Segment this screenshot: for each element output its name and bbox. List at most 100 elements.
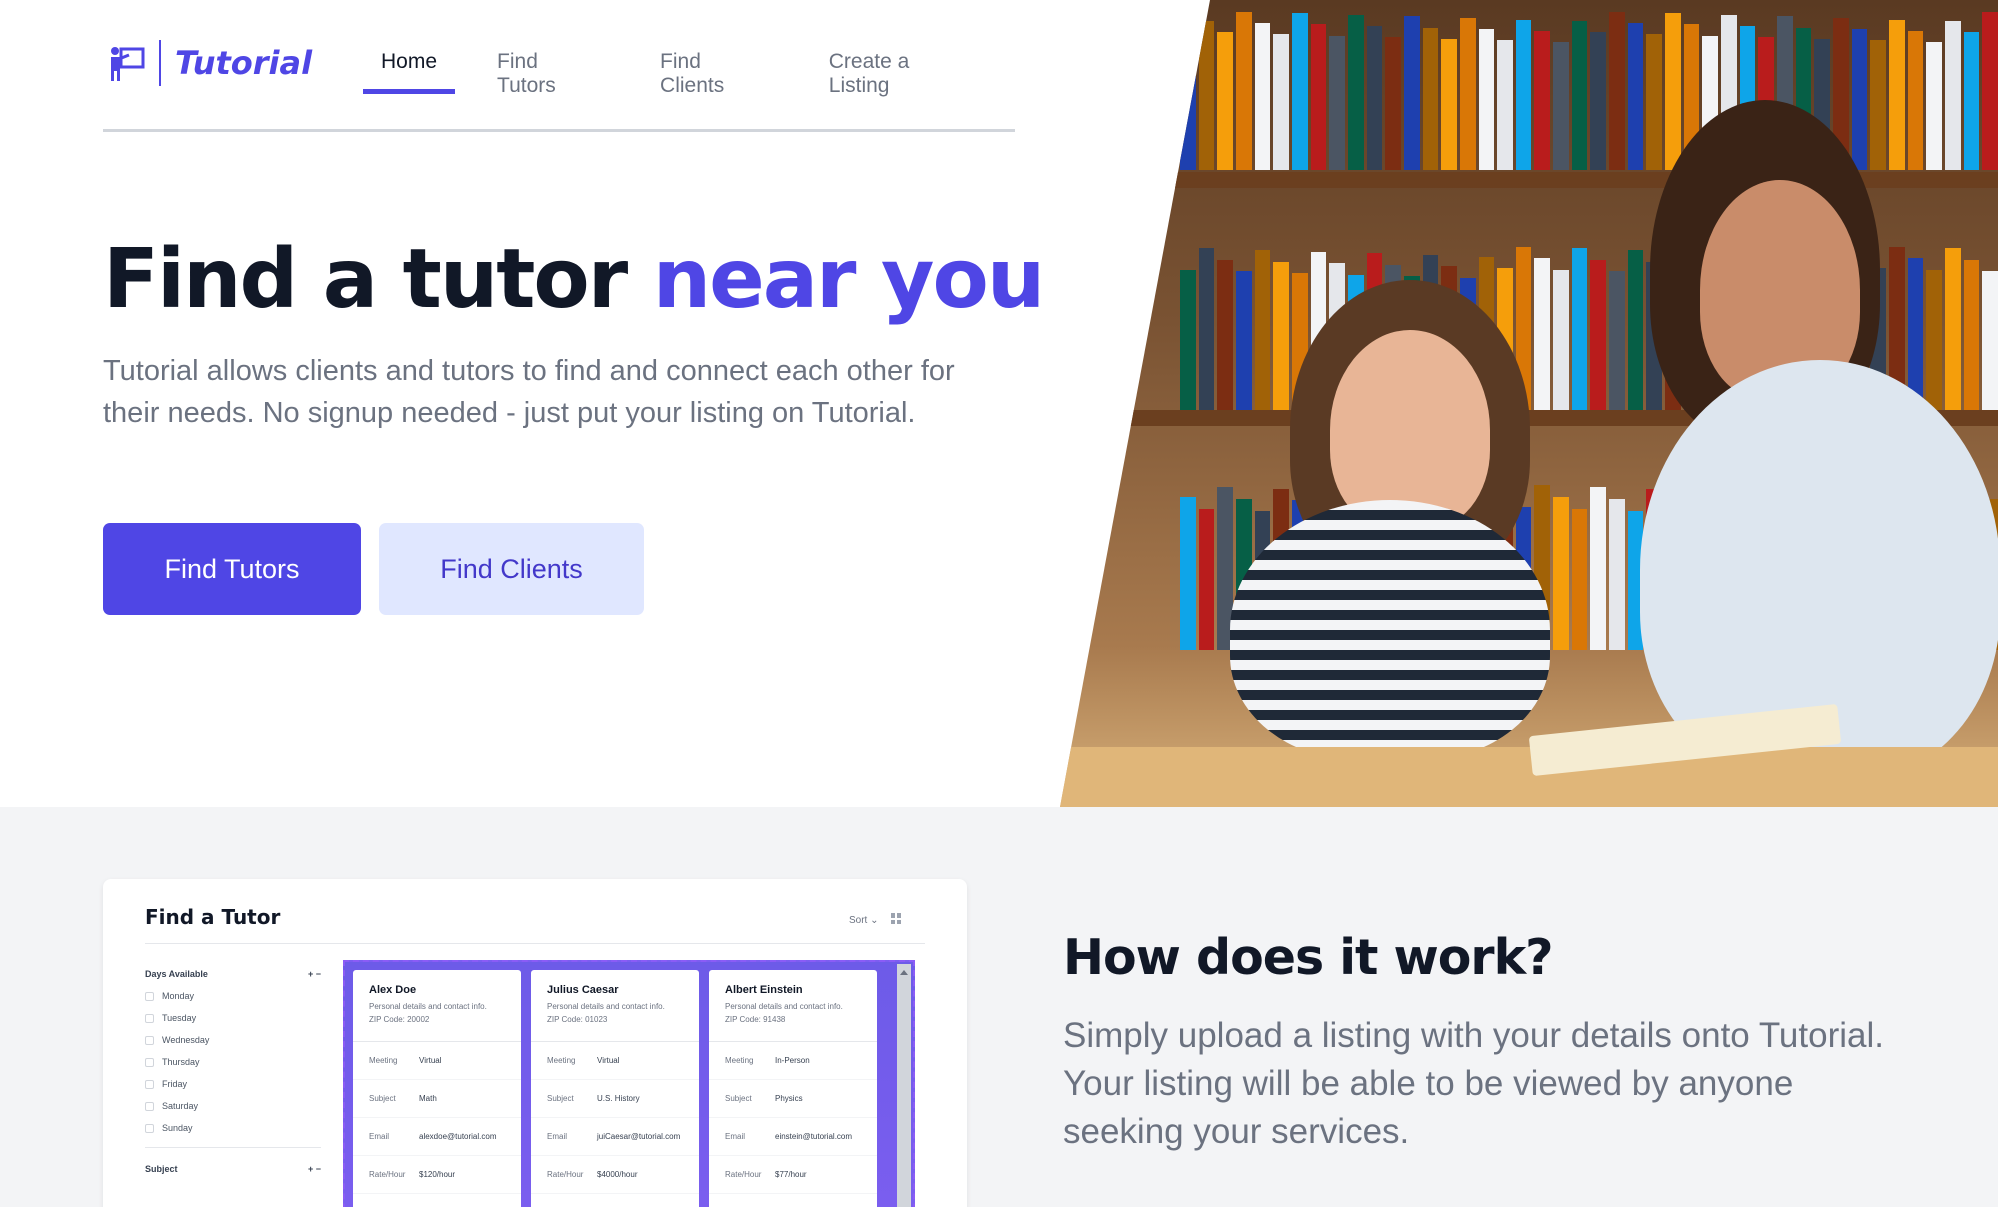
- book-spine: [1273, 34, 1289, 170]
- filter-day: Tuesday: [145, 1013, 321, 1023]
- tutor-card: Albert Einstein Personal details and con…: [709, 970, 877, 1207]
- card-header: Albert Einstein Personal details and con…: [709, 970, 877, 1042]
- row-key: Subject: [725, 1094, 752, 1103]
- book-spine: [1907, 30, 1924, 170]
- nav-item-home[interactable]: Home: [363, 40, 456, 94]
- day-label: Sunday: [162, 1123, 193, 1133]
- day-label: Wednesday: [162, 1035, 210, 1045]
- book-spine: [1198, 21, 1215, 170]
- book-spine: [1180, 497, 1196, 650]
- checkbox: [145, 1123, 154, 1133]
- table: [1060, 747, 1998, 807]
- preview-sort: Sort ⌄: [849, 915, 879, 926]
- find-tutors-button[interactable]: Find Tutors: [103, 523, 361, 615]
- book-spine: [1198, 248, 1215, 410]
- book-spine: [1944, 21, 1961, 170]
- book-spine: [1254, 22, 1271, 170]
- logo[interactable]: Tutorial: [109, 40, 312, 86]
- card-subtitle: Personal details and contact info.: [547, 1002, 665, 1011]
- row-value: Virtual: [419, 1056, 442, 1065]
- girl-face: [1330, 330, 1490, 530]
- card-zip: ZIP Code: 20002: [369, 1015, 430, 1024]
- filter-day: Sunday: [145, 1123, 321, 1133]
- nav-item-find-tutors[interactable]: Find Tutors: [479, 40, 618, 97]
- book-spine: [1180, 269, 1196, 410]
- book-spine: [1646, 34, 1663, 170]
- book-spine: [1515, 19, 1532, 170]
- card-header: Alex Doe Personal details and contact in…: [353, 970, 521, 1042]
- tutor-name: Alex Doe: [369, 984, 417, 996]
- filter-divider: [145, 1147, 321, 1148]
- checkbox: [145, 1101, 154, 1111]
- hero-headline: Find a tutor near you: [103, 232, 1045, 327]
- row-value: Virtual: [597, 1056, 620, 1065]
- book-spine: [1478, 29, 1495, 170]
- book-spine: [1590, 259, 1607, 410]
- day-label: Saturday: [162, 1101, 199, 1111]
- book-spine: [1534, 30, 1551, 170]
- row-value: juiCaesar@tutorial.com: [597, 1132, 681, 1141]
- card-row: Email alexdoe@tutorial.com: [353, 1118, 521, 1156]
- checkbox: [145, 991, 154, 1001]
- book-spine: [1944, 248, 1961, 410]
- checkbox: [145, 1035, 154, 1045]
- book-spine: [1590, 486, 1607, 650]
- filter-controls: + −: [307, 1164, 321, 1174]
- row-key: Rate/Hour: [547, 1170, 584, 1179]
- row-value: $120/hour: [419, 1170, 456, 1179]
- card-header: Julius Caesar Personal details and conta…: [531, 970, 699, 1042]
- row-key: Email: [547, 1132, 568, 1141]
- hero-section: Tutorial Home Find Tutors Find Clients C…: [0, 0, 1998, 807]
- chevron-down-icon: ⌄: [870, 915, 879, 926]
- card-row: Subject Physics: [709, 1080, 877, 1118]
- filter-day: Monday: [145, 991, 321, 1001]
- nav-item-create-listing[interactable]: Create a Listing: [811, 40, 991, 97]
- tutor-name: Julius Caesar: [547, 984, 619, 996]
- row-value: Physics: [775, 1094, 803, 1103]
- book-spine: [1273, 261, 1289, 410]
- book-spine: [1982, 271, 1998, 410]
- row-key: Subject: [369, 1094, 396, 1103]
- card-zip: ZIP Code: 01023: [547, 1015, 608, 1024]
- row-key: Meeting: [369, 1056, 398, 1065]
- book-spine: [1571, 21, 1588, 170]
- filter-day: Thursday: [145, 1057, 321, 1067]
- find-clients-button[interactable]: Find Clients: [379, 523, 644, 615]
- book-spine: [1553, 269, 1569, 410]
- book-spine: [1665, 13, 1681, 170]
- hero-description: Tutorial allows clients and tutors to fi…: [103, 355, 955, 429]
- book-spine: [1553, 497, 1569, 650]
- card-row: Email einstein@tutorial.com: [709, 1118, 877, 1156]
- card-zip: ZIP Code: 91438: [725, 1015, 786, 1024]
- filter-controls: + −: [307, 969, 321, 979]
- day-label: Friday: [162, 1079, 188, 1089]
- book-spine: [1441, 38, 1457, 170]
- book-spine: [1366, 26, 1383, 170]
- sort-label: Sort: [849, 915, 868, 926]
- tutor-card: Julius Caesar Personal details and conta…: [531, 970, 699, 1207]
- preview-filters: Days Available + − Monday Tuesday Wednes…: [145, 969, 321, 1174]
- nav-item-find-clients[interactable]: Find Clients: [642, 40, 787, 97]
- book-spine: [1254, 249, 1271, 410]
- card-row: Meeting Virtual: [353, 1042, 521, 1080]
- book-spine: [1627, 22, 1644, 170]
- book-spine: [1609, 11, 1625, 170]
- book-spine: [1590, 32, 1607, 170]
- book-spine: [1217, 32, 1233, 170]
- card-subtitle: Personal details and contact info.: [369, 1002, 487, 1011]
- how-it-works-section: Find a Tutor Sort ⌄ Days Available + − M…: [0, 807, 1998, 1207]
- card-row: Meeting In-Person: [709, 1042, 877, 1080]
- nav-links: Home Find Tutors Find Clients Create a L…: [363, 40, 1015, 97]
- row-value: alexdoe@tutorial.com: [419, 1132, 497, 1141]
- book-spine: [1403, 16, 1420, 170]
- tutor-name: Albert Einstein: [725, 984, 803, 996]
- row-key: Email: [725, 1132, 746, 1141]
- book-spine: [1385, 37, 1401, 170]
- card-row: Meeting Virtual: [531, 1042, 699, 1080]
- filter-day: Saturday: [145, 1101, 321, 1111]
- row-value: einstein@tutorial.com: [775, 1132, 853, 1141]
- book-spine: [1870, 40, 1886, 170]
- row-value: $4000/hour: [597, 1170, 638, 1179]
- bookshelf-row: [1060, 10, 1998, 170]
- filter-subject-label: Subject: [145, 1164, 178, 1174]
